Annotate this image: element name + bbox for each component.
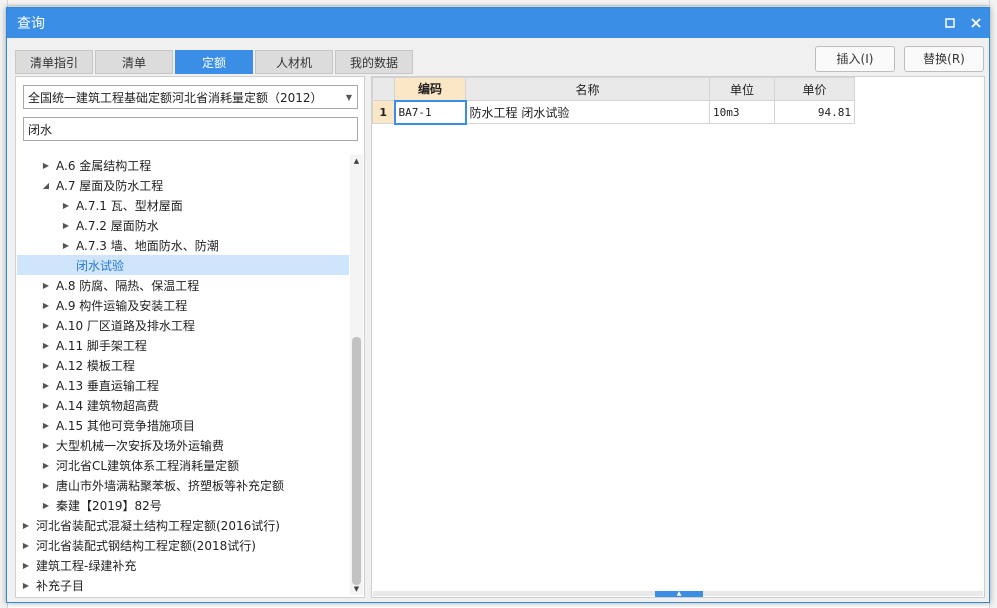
- row-number-header: [372, 77, 395, 101]
- tree-item[interactable]: ▶ 河北省装配式钢结构工程定额(2018试行): [17, 535, 349, 555]
- row-number: 1: [372, 100, 395, 124]
- expand-arrow-icon[interactable]: ▶: [19, 515, 33, 535]
- tab-labor-material-machine[interactable]: 人材机: [255, 50, 333, 74]
- expand-arrow-icon[interactable]: ▶: [39, 315, 53, 335]
- expand-arrow-icon[interactable]: ▶: [39, 495, 53, 515]
- expand-arrow-icon[interactable]: ▶: [39, 355, 53, 375]
- tree-item[interactable]: ▶ A.6 金属结构工程: [17, 155, 349, 175]
- close-button[interactable]: [963, 8, 989, 38]
- replace-button[interactable]: 替换(R): [904, 46, 984, 72]
- window-title: 查询: [17, 16, 45, 32]
- collapse-panel-handle[interactable]: ▲: [655, 591, 703, 597]
- expand-arrow-icon[interactable]: ▶: [19, 535, 33, 555]
- tab-quota[interactable]: 定额: [175, 50, 253, 74]
- query-dialog: 查询 清单指引 清单 定额 人材机 我的数据 插入(I) 替换(R) 全国统一建…: [6, 7, 990, 603]
- library-select-value: 全国统一建筑工程基础定额河北省消耗量定额（2012）: [28, 90, 323, 105]
- column-header-code[interactable]: 编码: [394, 77, 466, 101]
- tree-item[interactable]: ▶ A.7.1 瓦、型材屋面: [17, 195, 349, 215]
- expand-arrow-icon[interactable]: ▶: [19, 555, 33, 575]
- tree-item[interactable]: ▶ 河北省装配式混凝土结构工程定额(2016试行): [17, 515, 349, 535]
- tree-item[interactable]: ▶ A.11 脚手架工程: [17, 335, 349, 355]
- expand-arrow-icon[interactable]: ▶: [39, 155, 53, 175]
- tree-item[interactable]: ▶ A.15 其他可竞争措施项目: [17, 415, 349, 435]
- tree-item[interactable]: ▶ 秦建【2019】82号: [17, 495, 349, 515]
- tree-item[interactable]: ▶ 唐山市外墙满粘聚苯板、挤塑板等补充定额: [17, 475, 349, 495]
- column-header-price[interactable]: 单价: [774, 77, 855, 101]
- expand-arrow-icon[interactable]: ▶: [59, 195, 73, 215]
- library-select[interactable]: 全国统一建筑工程基础定额河北省消耗量定额（2012） ▼: [23, 85, 358, 109]
- tree-item-selected[interactable]: 闭水试验: [17, 255, 349, 275]
- tree-scrollbar[interactable]: ▲ ▼: [350, 155, 363, 595]
- table-row[interactable]: 1 BA7-1 防水工程 闭水试验 10m3 94.81: [372, 99, 855, 125]
- chevron-down-icon: ▼: [345, 92, 353, 102]
- expand-arrow-icon[interactable]: ▶: [39, 375, 53, 395]
- column-header-name[interactable]: 名称: [465, 77, 710, 101]
- title-bar[interactable]: 查询: [7, 8, 989, 38]
- expand-arrow-icon[interactable]: ▶: [59, 235, 73, 255]
- insert-button[interactable]: 插入(I): [815, 46, 895, 72]
- results-table: 编码 名称 单位 单价 1 BA7-1 防水工程 闭水试验 10m3 94.81: [372, 77, 855, 125]
- scrollbar-thumb[interactable]: [352, 337, 361, 585]
- tree-item[interactable]: ▶ A.9 构件运输及安装工程: [17, 295, 349, 315]
- tree-item[interactable]: ▶ 河北省CL建筑体系工程消耗量定额: [17, 455, 349, 475]
- tab-bar: 清单指引 清单 定额 人材机 我的数据: [15, 50, 413, 74]
- cell-code[interactable]: BA7-1: [393, 99, 467, 125]
- tree-item[interactable]: ▶ 大型机械一次安拆及场外运输费: [17, 435, 349, 455]
- tree-item[interactable]: ▶ A.8 防腐、隔热、保温工程: [17, 275, 349, 295]
- background-app-right: [989, 0, 997, 608]
- table-header-row: 编码 名称 单位 单价: [372, 77, 855, 101]
- search-input[interactable]: [23, 117, 358, 141]
- column-header-unit[interactable]: 单位: [709, 77, 775, 101]
- tree-item[interactable]: ◢ A.7 屋面及防水工程: [17, 175, 349, 195]
- expand-arrow-icon[interactable]: ▶: [59, 215, 73, 235]
- tree-item[interactable]: ▶ A.14 建筑物超高费: [17, 395, 349, 415]
- maximize-icon: [945, 18, 955, 28]
- maximize-button[interactable]: [937, 8, 963, 38]
- tab-my-data[interactable]: 我的数据: [335, 50, 413, 74]
- tree-item[interactable]: ▶ A.13 垂直运输工程: [17, 375, 349, 395]
- background-app-topbar: [0, 0, 997, 6]
- tree-item[interactable]: ▶ 补充子目: [17, 575, 349, 595]
- cell-unit[interactable]: 10m3: [709, 100, 775, 124]
- tab-bill[interactable]: 清单: [95, 50, 173, 74]
- tree-item[interactable]: ▶ A.10 厂区道路及排水工程: [17, 315, 349, 335]
- scroll-down-icon[interactable]: ▼: [350, 583, 363, 595]
- expand-arrow-icon[interactable]: ▶: [39, 295, 53, 315]
- close-icon: [971, 18, 981, 28]
- cell-name[interactable]: 防水工程 闭水试验: [465, 100, 710, 124]
- quota-library-pane: 全国统一建筑工程基础定额河北省消耗量定额（2012） ▼ ▶A.6 金属结构工程…: [15, 76, 365, 598]
- expand-arrow-icon[interactable]: ▶: [39, 435, 53, 455]
- tree-item[interactable]: ▶ A.7.3 墙、地面防水、防潮: [17, 235, 349, 255]
- expand-arrow-icon[interactable]: ▶: [39, 275, 53, 295]
- expand-arrow-icon[interactable]: ▶: [39, 415, 53, 435]
- expand-arrow-icon[interactable]: ▶: [39, 475, 53, 495]
- collapse-arrow-icon[interactable]: ◢: [39, 175, 53, 195]
- expand-arrow-icon[interactable]: ▶: [19, 575, 33, 595]
- scroll-up-icon[interactable]: ▲: [350, 155, 363, 167]
- tree-item[interactable]: ▶ A.7.2 屋面防水: [17, 215, 349, 235]
- expand-arrow-icon[interactable]: ▶: [39, 395, 53, 415]
- tree-item[interactable]: ▶ A.12 模板工程: [17, 355, 349, 375]
- tree-item[interactable]: ▶ 建筑工程-绿建补充: [17, 555, 349, 575]
- tab-bill-guide[interactable]: 清单指引: [15, 50, 93, 74]
- expand-arrow-icon[interactable]: ▶: [39, 455, 53, 475]
- quota-tree: ▶ A.6 金属结构工程 ◢ A.7 屋面及防水工程 ▶ A.7.1 瓦、型材屋面 ▶…: [17, 155, 349, 595]
- expand-arrow-icon[interactable]: ▶: [39, 335, 53, 355]
- results-pane: 编码 名称 单位 单价 1 BA7-1 防水工程 闭水试验 10m3 94.81…: [371, 76, 985, 598]
- cell-price[interactable]: 94.81: [774, 100, 855, 124]
